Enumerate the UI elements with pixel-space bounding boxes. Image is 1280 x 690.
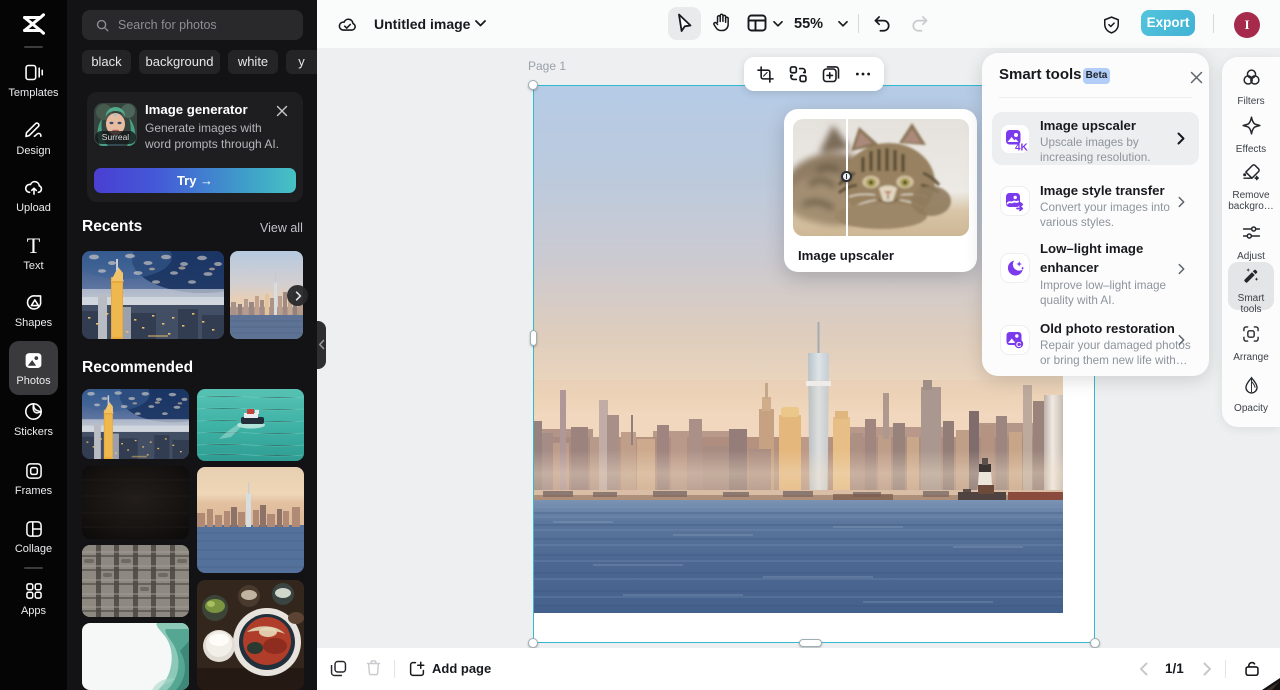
- svg-text:C: C: [1016, 340, 1022, 349]
- svg-text:4K: 4K: [1015, 143, 1029, 153]
